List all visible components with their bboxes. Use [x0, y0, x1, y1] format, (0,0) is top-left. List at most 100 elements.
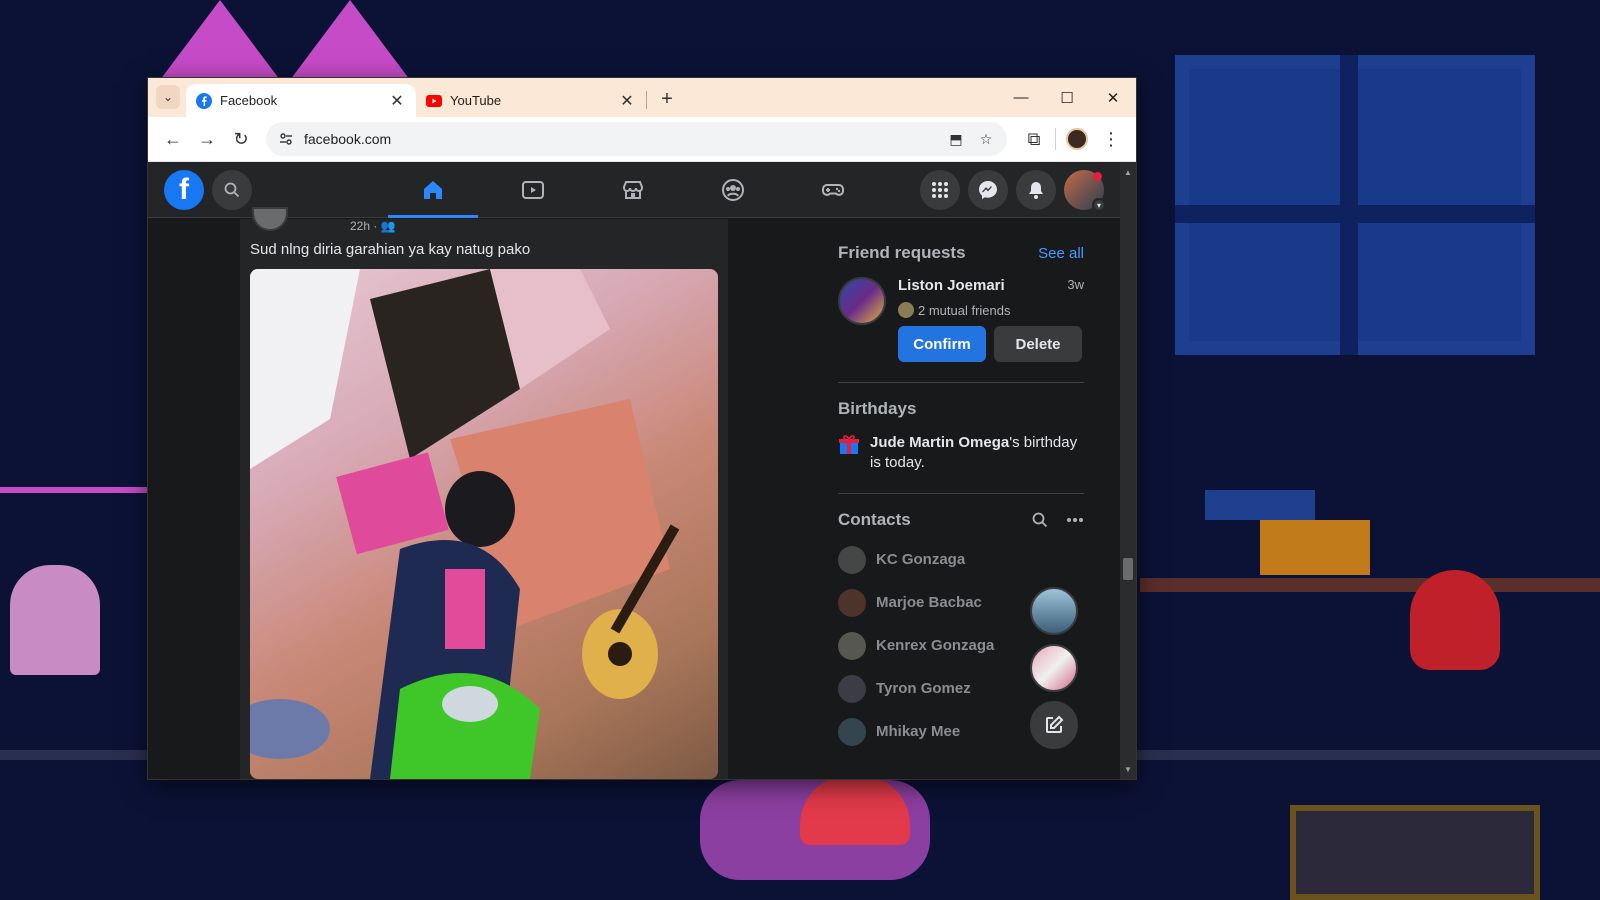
- friend-request-time: 3w: [1067, 277, 1084, 292]
- scrollbar-thumb[interactable]: [1123, 558, 1133, 580]
- contact-avatar: [838, 674, 866, 703]
- section-divider: [838, 493, 1084, 494]
- chat-head-avatar[interactable]: [1030, 644, 1078, 692]
- reload-icon[interactable]: ↻: [224, 122, 258, 156]
- tab-title: YouTube: [450, 93, 502, 108]
- extensions-icon[interactable]: ⧉: [1017, 122, 1051, 156]
- gift-icon: [838, 433, 860, 459]
- groups-icon: [722, 179, 744, 201]
- tab-separator: [646, 91, 647, 109]
- birthdays-section: Birthdays Jude Martin Omega's birthday i…: [838, 399, 1084, 473]
- toolbar-divider: [1055, 128, 1056, 150]
- chevron-down-icon: ▾: [1092, 198, 1106, 212]
- post-photo-scene: [250, 269, 680, 779]
- friends-audience-icon: 👥: [380, 219, 396, 233]
- scroll-up-icon[interactable]: ▲: [1120, 164, 1136, 180]
- delete-button[interactable]: Delete: [994, 326, 1082, 362]
- post-caption: Sud nlng diria garahian ya kay natug pak…: [250, 241, 531, 258]
- watch-icon: [522, 181, 544, 199]
- maximize-icon[interactable]: ☐: [1044, 78, 1090, 117]
- post-photo[interactable]: [250, 269, 718, 779]
- confirm-button[interactable]: Confirm: [898, 326, 986, 362]
- back-icon[interactable]: ←: [156, 122, 190, 156]
- tab-youtube[interactable]: YouTube ✕: [416, 84, 646, 117]
- contact-avatar: [838, 545, 866, 574]
- profile-button[interactable]: [1060, 122, 1094, 156]
- window-controls: — ☐ ✕: [998, 78, 1136, 117]
- wallpaper-box: [1290, 805, 1540, 900]
- install-app-icon[interactable]: ⬒: [943, 126, 969, 152]
- contact-name: KC Gonzaga: [876, 551, 966, 568]
- nav-gaming[interactable]: [783, 162, 883, 218]
- close-tab-icon[interactable]: ✕: [388, 91, 406, 111]
- wallpaper-mushroom: [1410, 570, 1500, 670]
- fb-header: f ▾: [148, 162, 1120, 218]
- grid-menu-icon: [932, 182, 948, 198]
- search-icon: [224, 182, 240, 197]
- friend-request-item[interactable]: Liston Joemari 3w 2 mutual friends Confi…: [838, 277, 1084, 362]
- post-time-text: 22h ·: [350, 219, 378, 233]
- page-scrollbar[interactable]: ▲ ▼: [1120, 162, 1136, 779]
- browser-menu-icon[interactable]: ⋮: [1094, 122, 1128, 156]
- forward-icon[interactable]: →: [190, 122, 224, 156]
- post-timestamp[interactable]: 22h · 👥: [350, 219, 396, 233]
- wallpaper-pink-triangle: [160, 0, 280, 80]
- browser-toolbar: ← → ↻ facebook.com ⬒ ☆ ⧉ ⋮: [148, 117, 1136, 162]
- site-info-icon[interactable]: [274, 127, 298, 151]
- post-author-avatar[interactable]: [252, 207, 288, 231]
- more-options-icon[interactable]: [1066, 517, 1084, 523]
- new-tab-button[interactable]: +: [653, 85, 681, 113]
- contacts-search-icon[interactable]: [1032, 512, 1048, 528]
- section-divider: [838, 382, 1084, 383]
- contact-name: Marjoe Bacbac: [876, 594, 982, 611]
- messenger-icon: [979, 181, 997, 199]
- home-icon: [424, 181, 442, 199]
- address-bar[interactable]: facebook.com ⬒ ☆: [266, 122, 1007, 156]
- messenger-button[interactable]: [968, 170, 1008, 210]
- feed-post: 22h · 👥 Sud nlng diria garahian ya kay n…: [240, 207, 728, 779]
- account-avatar-button[interactable]: ▾: [1064, 170, 1106, 212]
- nav-groups[interactable]: [683, 162, 783, 218]
- mutual-friends[interactable]: 2 mutual friends: [898, 302, 1084, 318]
- facebook-logo-icon[interactable]: f: [164, 169, 204, 210]
- menu-button[interactable]: [920, 170, 960, 210]
- fb-header-right: ▾: [920, 170, 1106, 212]
- friend-request-avatar[interactable]: [838, 277, 886, 325]
- tab-search-button[interactable]: ⌄: [156, 85, 180, 109]
- wallpaper-pink-triangle: [290, 0, 410, 80]
- profile-avatar: [1066, 128, 1088, 150]
- nav-marketplace[interactable]: [583, 162, 683, 218]
- gaming-icon: [822, 184, 844, 196]
- friend-requests-title: Friend requests: [838, 243, 966, 262]
- contact-name: Kenrex Gonzaga: [876, 637, 995, 654]
- fb-main-nav: [383, 162, 883, 218]
- chat-head-avatar[interactable]: [1030, 587, 1078, 635]
- wallpaper-pink-line: [0, 487, 150, 493]
- wallpaper-plant-pot: [1205, 490, 1315, 520]
- contact-avatar: [838, 588, 866, 617]
- minimize-icon[interactable]: —: [998, 78, 1044, 117]
- bookmark-star-icon[interactable]: ☆: [973, 126, 999, 152]
- contact-item[interactable]: KC Gonzaga: [838, 538, 1084, 581]
- birthday-name[interactable]: Jude Martin Omega: [870, 434, 1009, 451]
- fb-search-button[interactable]: [212, 169, 252, 210]
- close-window-icon[interactable]: ✕: [1090, 78, 1136, 117]
- nav-home[interactable]: [383, 162, 483, 218]
- wallpaper-bucket: [1260, 520, 1370, 575]
- notifications-button[interactable]: [1016, 170, 1056, 210]
- mutual-friends-text: 2 mutual friends: [918, 302, 1011, 318]
- contacts-title: Contacts: [838, 510, 911, 529]
- tab-facebook[interactable]: Facebook ✕: [186, 84, 416, 117]
- scroll-down-icon[interactable]: ▼: [1120, 761, 1136, 777]
- wallpaper-squid: [10, 565, 100, 675]
- friend-request-name[interactable]: Liston Joemari: [898, 277, 1005, 294]
- facebook-favicon-icon: [196, 92, 212, 109]
- mutual-friend-avatar: [898, 302, 914, 318]
- nav-watch[interactable]: [483, 162, 583, 218]
- right-sidebar: Friend requests See all Liston Joemari 3…: [728, 219, 1120, 779]
- left-sidebar: [148, 219, 240, 779]
- see-all-link[interactable]: See all: [1038, 245, 1084, 262]
- new-message-button[interactable]: [1030, 701, 1078, 749]
- close-tab-icon[interactable]: ✕: [618, 91, 636, 111]
- birthday-item[interactable]: Jude Martin Omega's birthday is today.: [838, 433, 1084, 473]
